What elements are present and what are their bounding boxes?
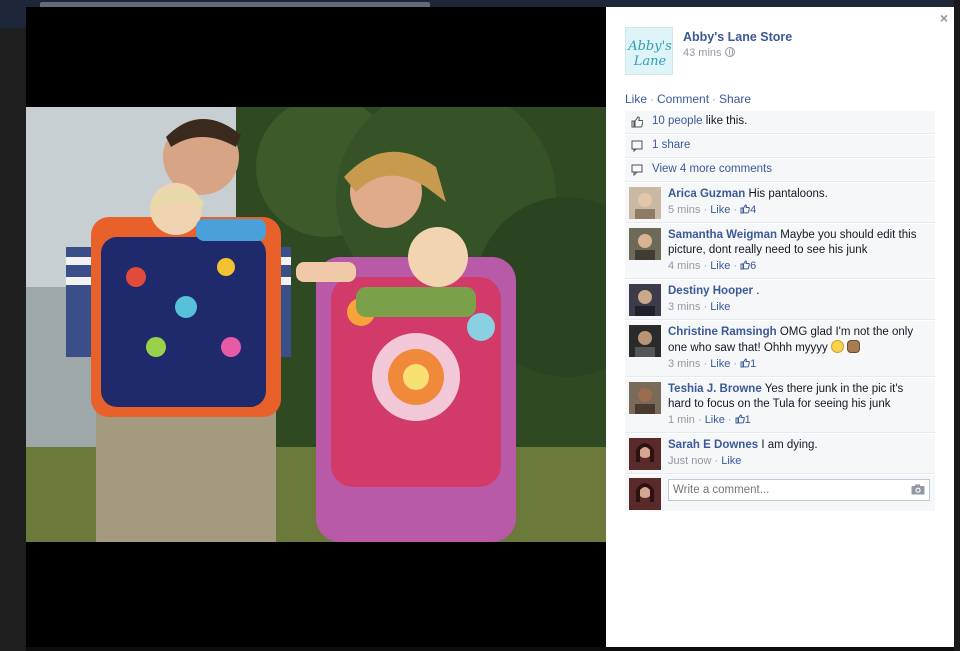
photo-illustration (26, 107, 606, 542)
likes-text: 10 people like this. (652, 115, 747, 127)
comment-text: . (756, 285, 760, 297)
comment-time[interactable]: Just now (668, 455, 711, 467)
post-timestamp[interactable]: 43 mins (683, 47, 735, 59)
photo-stage[interactable] (26, 7, 606, 647)
post-time[interactable]: 43 mins (683, 47, 722, 59)
comment-like-count[interactable]: 1 (735, 414, 751, 426)
comment-item: Destiny Hooper . 3 mins · Like (625, 280, 935, 320)
avatar[interactable] (629, 382, 661, 414)
like-count: 4 (750, 204, 757, 216)
share-button[interactable]: Share (719, 92, 751, 106)
smile-emoji-icon (831, 340, 845, 353)
comment-like-count[interactable]: 1 (740, 358, 756, 370)
avatar[interactable] (629, 187, 661, 219)
comment-bubble-icon (631, 164, 643, 176)
comment-like-button[interactable]: Like (721, 455, 741, 467)
comment-author[interactable]: Samantha Weigman (668, 229, 777, 241)
shares-row: 1 share (625, 135, 935, 158)
comment-like-count[interactable]: 4 (740, 204, 756, 216)
camera-icon[interactable] (911, 484, 925, 495)
logo-line-2: Lane (633, 54, 667, 69)
thumbs-up-icon (740, 358, 750, 368)
comment-button[interactable]: Comment (657, 92, 709, 106)
avatar[interactable] (629, 228, 661, 260)
thumbs-up-icon (740, 204, 750, 214)
logo-line-1: Abby's (627, 39, 672, 54)
likes-row: 10 people like this. (625, 111, 935, 134)
likes-link[interactable]: 10 people (652, 115, 703, 127)
thumbs-up-icon (735, 414, 745, 424)
avatar[interactable] (629, 325, 661, 357)
close-icon[interactable]: × (940, 10, 948, 26)
comment-meta: Just now · Like (668, 455, 742, 467)
monkey-emoji-icon (847, 340, 861, 353)
separator: · (650, 92, 655, 106)
comment-item: Teshia J. Browne Yes there junk in the p… (625, 378, 935, 433)
post-photo[interactable] (26, 107, 606, 542)
reply-box (625, 475, 935, 511)
comment-time[interactable]: 3 mins (668, 301, 700, 313)
comment-item: Arica Guzman His pantaloons. 5 mins · Li… (625, 183, 935, 223)
comment-meta: 5 mins · Like · 4 (668, 204, 757, 216)
comment-time[interactable]: 4 mins (668, 260, 700, 272)
comment-like-button[interactable]: Like (710, 260, 730, 272)
page-logo[interactable]: Abby's Lane (625, 27, 673, 75)
comment-author[interactable]: Christine Ramsingh (668, 326, 777, 338)
comment-like-button[interactable]: Like (710, 358, 730, 370)
comment-time[interactable]: 3 mins (668, 358, 700, 370)
post-actions: Like · Comment · Share (625, 92, 751, 106)
globe-icon (724, 47, 735, 57)
current-user-avatar[interactable] (629, 478, 661, 510)
thumbs-up-icon (631, 116, 643, 128)
like-count: 6 (750, 260, 757, 272)
comment-text: His pantaloons. (748, 188, 828, 200)
post-side-panel: × Abby's Lane Abby's Lane Store 4 3 mins … (606, 7, 954, 647)
comment-like-button[interactable]: Like (705, 414, 725, 426)
comment-meta: 3 mins · Like (668, 301, 731, 313)
comment-meta: 4 mins · Like · 6 (668, 260, 757, 272)
like-count: 1 (744, 414, 751, 426)
feedback-list: 10 people like this. 1 share View 4 more… (625, 111, 935, 511)
comment-time[interactable]: 5 mins (668, 204, 700, 216)
comment-like-button[interactable]: Like (710, 204, 730, 216)
thumbs-up-icon (740, 260, 750, 270)
comment-author[interactable]: Teshia J. Browne (668, 383, 762, 395)
separator: · (712, 92, 717, 106)
comment-item: Christine Ramsingh OMG glad I'm not the … (625, 321, 935, 377)
comment-input[interactable] (668, 479, 930, 501)
comment-item: Samantha Weigman Maybe you should edit t… (625, 224, 935, 279)
comment-author[interactable]: Sarah E Downes (668, 439, 758, 451)
like-button[interactable]: Like (625, 92, 647, 106)
comment-meta: 1 min · Like · 1 (668, 414, 751, 426)
comment-author[interactable]: Destiny Hooper (668, 285, 753, 297)
likes-suffix: like this. (702, 115, 748, 127)
background-right-edge (954, 0, 960, 651)
shares-link[interactable]: 1 share (652, 139, 690, 151)
share-icon (631, 140, 643, 152)
view-more-comments-link[interactable]: View 4 more comments (652, 163, 772, 175)
avatar[interactable] (629, 438, 661, 470)
comment-like-count[interactable]: 6 (740, 260, 756, 272)
comment-item: Sarah E Downes I am dying. Just now · Li… (625, 434, 935, 474)
comment-meta: 3 mins · Like · 1 (668, 358, 757, 370)
comment-time[interactable]: 1 min (668, 414, 695, 426)
like-count: 1 (750, 358, 757, 370)
comment-like-button[interactable]: Like (710, 301, 730, 313)
post-header: Abby's Lane Abby's Lane Store 43 mins (625, 27, 945, 79)
more-comments-row[interactable]: View 4 more comments (625, 159, 935, 182)
page-name-link[interactable]: Abby's Lane Store (683, 30, 792, 44)
comment-text: I am dying. (761, 439, 818, 451)
comment-author[interactable]: Arica Guzman (668, 188, 745, 200)
avatar[interactable] (629, 284, 661, 316)
background-left-edge (0, 28, 26, 651)
